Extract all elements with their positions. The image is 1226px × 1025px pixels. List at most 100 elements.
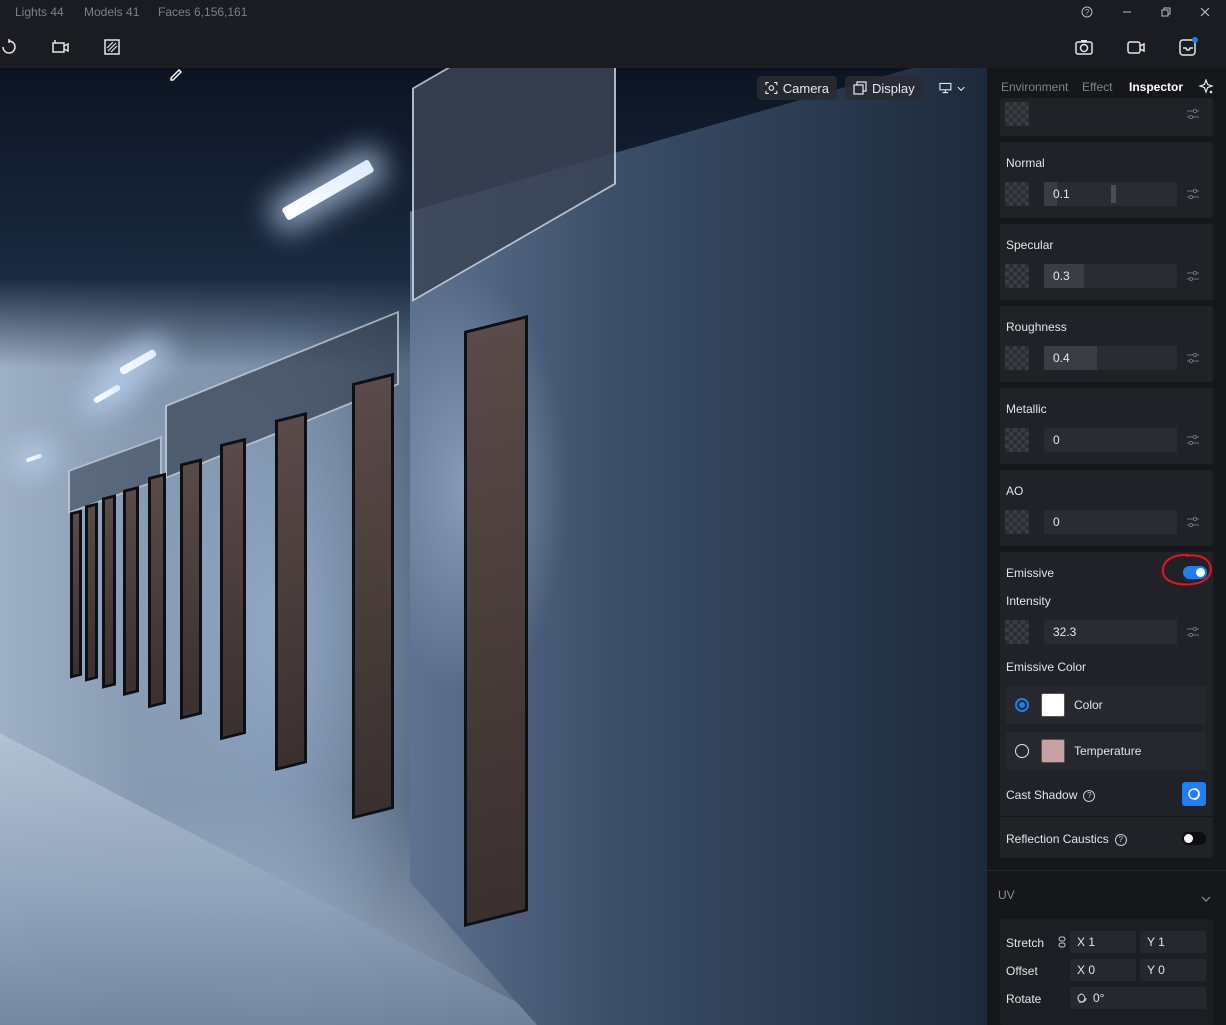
offset-y-input[interactable]: Y 0 [1140,959,1206,981]
brush-cursor-icon [168,68,186,87]
offset-x-input[interactable]: X 0 [1070,959,1136,981]
texture-thumbnail[interactable] [1005,346,1029,370]
intensity-slider[interactable]: 32.3 [1044,620,1177,644]
reflection-caustics-label: Reflection Caustics [1006,832,1109,846]
specular-slider[interactable]: 0.3 [1044,264,1177,288]
video-record-icon[interactable] [1123,34,1149,60]
texture-thumbnail[interactable] [1005,428,1029,452]
offset-label: Offset [1006,964,1038,978]
property-label: Metallic [1006,402,1047,416]
intensity-label: Intensity [1006,594,1051,608]
adjust-icon[interactable] [1185,433,1201,447]
camera-button[interactable]: Camera [757,76,837,100]
frame-camera-icon[interactable] [47,34,73,60]
texture-thumbnail[interactable] [1005,102,1029,126]
slider-value: 32.3 [1053,625,1077,639]
ao-slider[interactable]: 0 [1044,510,1177,534]
inbox-icon[interactable] [1175,34,1201,60]
cast-shadow-checkbox[interactable] [1182,782,1206,806]
adjust-icon[interactable] [1185,515,1201,529]
adjust-icon[interactable] [1185,107,1201,121]
radio-color[interactable] [1015,698,1029,712]
scene-door [102,494,116,689]
property-normal: Normal 0.1 [1000,142,1213,218]
temperature-swatch[interactable] [1041,739,1065,763]
lights-count: Lights 44 [15,5,64,19]
stretch-label: Stretch [1006,936,1045,950]
normal-slider[interactable]: 0.1 [1044,182,1177,206]
property-metallic: Metallic 0 [1000,388,1213,464]
material-icon[interactable] [99,34,125,60]
scene-door [148,472,166,709]
adjust-icon[interactable] [1185,351,1201,365]
texture-thumbnail[interactable] [1005,264,1029,288]
toolbar [0,24,1226,68]
slider-value: 0 [1053,433,1060,447]
inspector-panel: Environment Effect Inspector Normal 0.1 … [987,68,1226,1025]
texture-thumbnail[interactable] [1005,510,1029,534]
minimize-icon[interactable] [1116,2,1138,22]
emissive-option-temperature[interactable]: Temperature [1006,732,1206,770]
display-button[interactable]: Display [845,76,923,100]
stretch-x-input[interactable]: X 1 [1070,931,1136,953]
cast-shadow-label: Cast Shadow [1006,788,1078,802]
chevron-down-icon[interactable] [1201,890,1211,908]
camera-focus-icon [765,81,778,95]
scene-door [70,509,82,679]
view-options-dropdown[interactable] [931,76,973,100]
link-icon[interactable] [1058,935,1066,953]
property-ao: AO 0 [1000,470,1213,546]
help-icon[interactable]: ? [1083,789,1096,802]
metallic-slider[interactable]: 0 [1044,428,1177,452]
slider-value: 0.4 [1053,351,1070,365]
ai-sparkle-icon[interactable] [1198,78,1214,98]
help-icon[interactable]: ? [1076,2,1098,22]
restore-icon[interactable] [1155,2,1177,22]
divider [1000,816,1213,817]
scene-ceiling-lamp [92,383,122,405]
annotation-circle [1161,553,1212,586]
property-label: AO [1006,484,1024,498]
shadow-icon [1188,787,1201,801]
adjust-icon[interactable] [1185,625,1201,639]
option-label: Temperature [1074,744,1142,758]
emissive-color-label: Emissive Color [1006,660,1087,674]
texture-thumbnail[interactable] [1005,620,1029,644]
slider-value: 0.1 [1053,187,1070,201]
scene-door [123,486,139,696]
radio-temperature[interactable] [1015,744,1029,758]
display-label: Display [872,80,915,96]
rotate-input[interactable]: 0° [1070,987,1206,1009]
property-card-partial [1000,98,1213,136]
undo-icon[interactable] [0,34,22,60]
adjust-icon[interactable] [1185,269,1201,283]
adjust-icon[interactable] [1185,187,1201,201]
help-icon[interactable]: ? [1114,833,1127,846]
property-specular: Specular 0.3 [1000,224,1213,300]
slider-handle[interactable] [1111,185,1116,203]
layout-icon [939,82,952,94]
scene-door [180,458,202,720]
scene-door [85,502,98,682]
tab-environment[interactable]: Environment [1001,80,1068,94]
color-swatch[interactable] [1041,693,1065,717]
stretch-y-input[interactable]: Y 1 [1140,931,1206,953]
tab-effect[interactable]: Effect [1082,80,1112,94]
rotate-label: Rotate [1006,992,1042,1006]
rotate-icon [1077,993,1087,1003]
screenshot-camera-icon[interactable] [1071,34,1097,60]
uv-section-title: UV [998,888,1015,902]
tab-inspector[interactable]: Inspector [1129,80,1183,94]
roughness-slider[interactable]: 0.4 [1044,346,1177,370]
display-icon [853,81,867,95]
3d-viewport[interactable]: Camera Display [0,68,987,1025]
close-icon[interactable] [1194,2,1216,22]
property-label: Roughness [1006,320,1067,334]
reflection-caustics-row: Reflection Caustics? [1006,832,1127,846]
faces-count: Faces 6,156,161 [158,5,248,19]
scene-door [352,372,394,820]
reflection-caustics-toggle[interactable] [1182,832,1206,845]
scene-door [464,315,528,927]
emissive-option-color[interactable]: Color [1006,686,1206,724]
texture-thumbnail[interactable] [1005,182,1029,206]
